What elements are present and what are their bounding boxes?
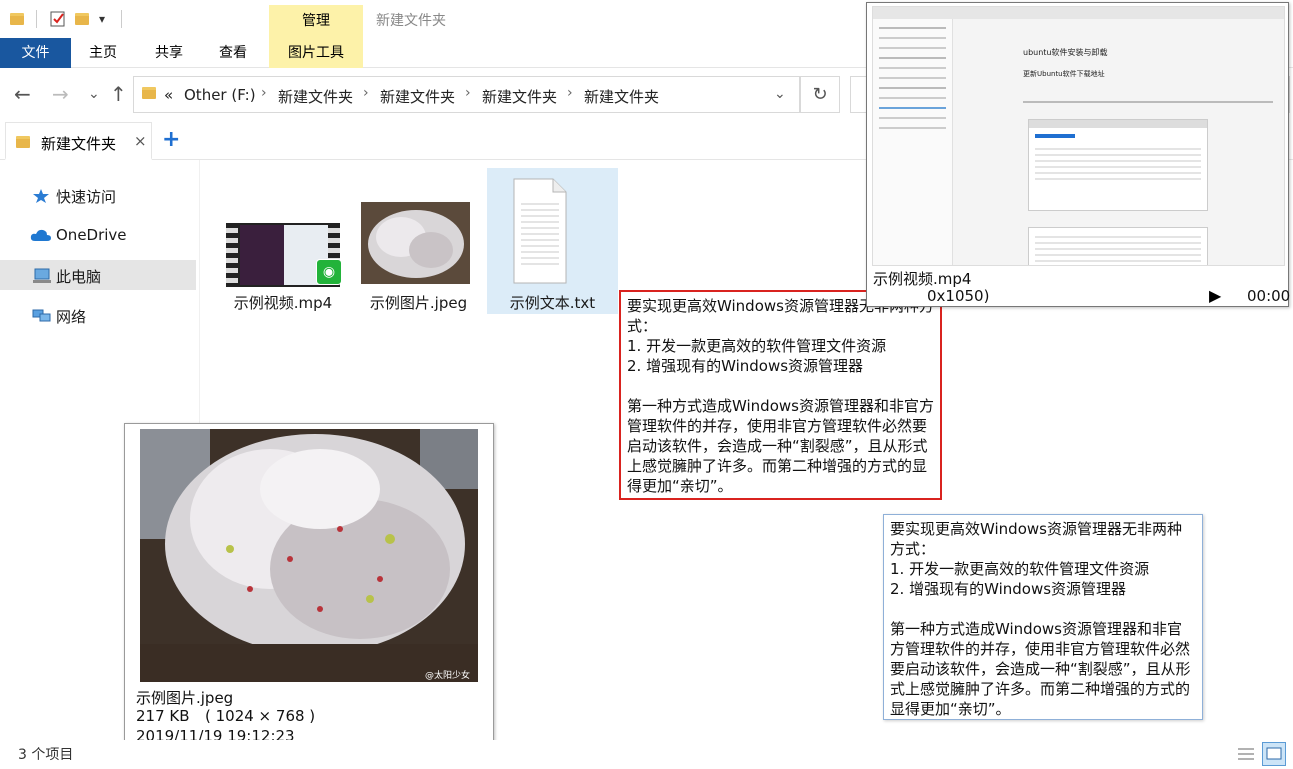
preview-file-name: 示例图片.jpeg bbox=[136, 689, 234, 707]
close-icon[interactable]: × bbox=[134, 132, 147, 150]
breadcrumb-drive[interactable]: Other (F:) bbox=[184, 86, 256, 104]
text-preview-tooltip-secondary: 要实现更高效Windows资源管理器无非两种方式： 1. 开发一款更高效的软件管… bbox=[883, 514, 1203, 720]
large-icons-view-icon[interactable] bbox=[1262, 742, 1286, 766]
sidebar-item-label: 网络 bbox=[56, 308, 87, 326]
back-arrow-icon[interactable]: ← bbox=[14, 82, 31, 106]
refresh-icon[interactable]: ↻ bbox=[800, 76, 840, 113]
customize-toolbar-icon[interactable]: ▾ bbox=[99, 12, 117, 30]
file-item-text[interactable]: 示例文本.txt bbox=[487, 168, 618, 314]
video-time: 00:00 bbox=[1247, 287, 1291, 305]
sidebar-item-network[interactable]: 网络 bbox=[0, 300, 196, 330]
window-title: 新建文件夹 bbox=[376, 13, 446, 29]
chevron-right-icon[interactable]: › bbox=[261, 85, 267, 101]
preview-file-size: 217 KB bbox=[136, 707, 190, 725]
item-count: 3 个项目 bbox=[18, 747, 74, 763]
folder-tab[interactable]: 新建文件夹 × bbox=[5, 122, 152, 160]
properties-icon[interactable] bbox=[49, 10, 67, 28]
breadcrumb-overflow[interactable]: « bbox=[164, 86, 173, 104]
sidebar-item-label: 快速访问 bbox=[56, 188, 117, 206]
image-preview: @太阳少女 bbox=[140, 429, 478, 682]
tab-file[interactable]: 文件 bbox=[0, 38, 71, 68]
preview-dimensions: ( 1024 × 768 ) bbox=[205, 707, 316, 725]
tab-share[interactable]: 共享 bbox=[146, 38, 192, 68]
file-item-video[interactable]: ◉ 示例视频.mp4 bbox=[222, 168, 344, 314]
breadcrumb-folder-3[interactable]: 新建文件夹 bbox=[482, 86, 557, 107]
folder-icon bbox=[142, 87, 156, 99]
breadcrumb-folder-2[interactable]: 新建文件夹 bbox=[380, 86, 455, 107]
recent-locations-icon[interactable]: ⌄ bbox=[88, 86, 100, 102]
tab-view[interactable]: 查看 bbox=[210, 38, 256, 68]
video-frame: ubuntu软件安装与卸载 更新Ubuntu软件下载地址 bbox=[872, 6, 1285, 266]
details-view-icon[interactable] bbox=[1236, 744, 1256, 764]
network-icon bbox=[32, 308, 51, 322]
play-icon[interactable]: ▶ bbox=[1209, 286, 1221, 305]
file-name: 示例图片.jpeg bbox=[369, 294, 468, 312]
tab-picture-tools[interactable]: 图片工具 bbox=[269, 38, 363, 68]
image-preview-popup: @太阳少女 示例图片.jpeg 217 KB ( 1024 × 768 ) 20… bbox=[124, 423, 494, 753]
cloud-icon bbox=[30, 228, 51, 242]
chevron-right-icon[interactable]: › bbox=[465, 85, 471, 101]
add-tab-icon[interactable]: + bbox=[162, 127, 180, 152]
forward-arrow-icon[interactable]: → bbox=[52, 82, 69, 106]
sidebar-item-this-pc[interactable]: 此电脑 bbox=[0, 260, 196, 290]
video-doc-title: ubuntu软件安装与卸载 bbox=[1023, 48, 1108, 57]
chevron-right-icon[interactable]: › bbox=[363, 85, 369, 101]
star-icon bbox=[32, 188, 50, 203]
divider bbox=[121, 10, 122, 28]
file-name: 示例文本.txt bbox=[509, 294, 596, 312]
image-thumbnail bbox=[361, 202, 470, 284]
new-folder-icon[interactable] bbox=[75, 10, 93, 28]
file-item-image[interactable]: 示例图片.jpeg bbox=[355, 168, 482, 314]
divider bbox=[36, 10, 37, 28]
video-thumbnail: ◉ bbox=[226, 223, 342, 287]
text-file-icon bbox=[513, 178, 567, 284]
computer-icon bbox=[32, 268, 51, 283]
address-bar[interactable]: « Other (F:) › 新建文件夹 › 新建文件夹 › 新建文件夹 › 新… bbox=[133, 76, 800, 113]
breadcrumb-folder-1[interactable]: 新建文件夹 bbox=[278, 86, 353, 107]
sidebar-item-label: OneDrive bbox=[56, 226, 127, 244]
chevron-right-icon[interactable]: › bbox=[567, 85, 573, 101]
folder-icon bbox=[16, 136, 30, 148]
watermark-text: @太阳少女 bbox=[425, 669, 470, 681]
file-name: 示例视频.mp4 bbox=[233, 294, 333, 312]
tab-home[interactable]: 主页 bbox=[80, 38, 126, 68]
chevron-down-icon[interactable]: ⌄ bbox=[774, 86, 786, 102]
status-bar: 3 个项目 bbox=[0, 740, 1293, 769]
text-preview-tooltip: 要实现更高效Windows资源管理器无非两种方式： 1. 开发一款更高效的软件管… bbox=[619, 290, 942, 500]
video-doc-heading: 更新Ubuntu软件下载地址 bbox=[1023, 70, 1105, 78]
up-arrow-icon[interactable]: ↑ bbox=[110, 82, 127, 106]
player-badge-icon: ◉ bbox=[316, 259, 342, 285]
video-preview-popup: ubuntu软件安装与卸载 更新Ubuntu软件下载地址 示例视频.mp4 0x… bbox=[866, 2, 1291, 307]
manage-context-tab[interactable]: 管理 bbox=[269, 5, 363, 38]
sidebar-item-onedrive[interactable]: OneDrive bbox=[0, 220, 196, 250]
folder-icon[interactable] bbox=[10, 10, 28, 28]
folder-tab-label: 新建文件夹 bbox=[41, 135, 117, 153]
sidebar-item-label: 此电脑 bbox=[56, 268, 102, 286]
video-resolution: 0x1050) bbox=[927, 287, 990, 305]
sidebar-item-quick-access[interactable]: 快速访问 bbox=[0, 180, 196, 210]
video-file-name: 示例视频.mp4 bbox=[873, 270, 972, 288]
breadcrumb-folder-4[interactable]: 新建文件夹 bbox=[584, 86, 659, 107]
